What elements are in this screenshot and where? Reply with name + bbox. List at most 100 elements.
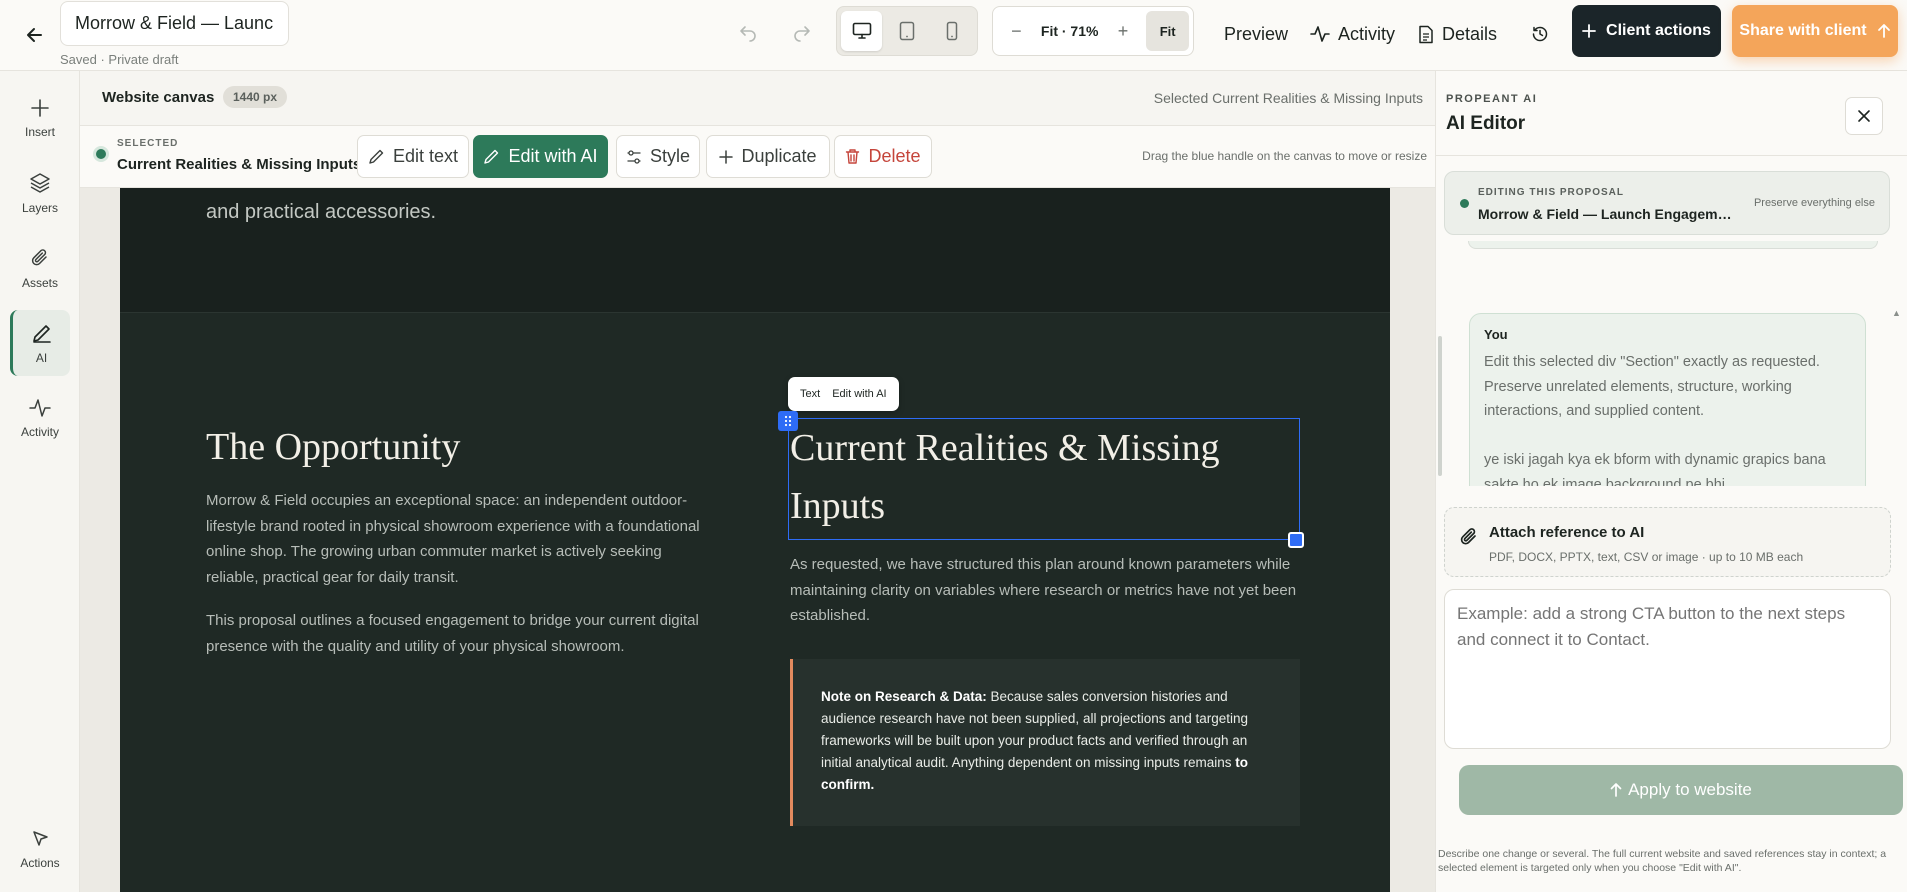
rail-layers-label: Layers (21, 200, 59, 215)
activity-button[interactable]: Activity (1310, 18, 1395, 50)
website-preview: and practical accessories. The Opportuni… (120, 188, 1390, 892)
canvas-header: Website canvas 1440 px Selected Current … (80, 71, 1435, 126)
apply-to-website-button[interactable]: Apply to website (1459, 765, 1903, 815)
selection-toolbar: SELECTED Current Realities & Missing Inp… (80, 126, 1435, 188)
desktop-view-button[interactable] (841, 11, 883, 51)
rail-ai[interactable]: AI (10, 310, 70, 376)
proposal-kicker: EDITING THIS PROPOSAL (1478, 187, 1625, 198)
scroll-up-arrow-icon[interactable]: ▲ (1892, 308, 1901, 318)
ai-brand-kicker: PROPEANT AI (1446, 93, 1538, 105)
previous-section[interactable]: and practical accessories. (120, 188, 1390, 313)
opportunity-heading[interactable]: The Opportunity (206, 418, 716, 476)
device-switcher (836, 6, 978, 56)
close-icon (1858, 110, 1870, 122)
mobile-view-button[interactable] (932, 11, 973, 51)
details-button[interactable]: Details (1418, 18, 1497, 50)
proposal-hint: Preserve everything else (1753, 197, 1875, 209)
share-with-client-button[interactable]: Share with client (1732, 5, 1898, 57)
plus-icon (31, 98, 49, 117)
move-handle[interactable] (778, 411, 798, 431)
note-label: Note on Research & Data: (821, 688, 987, 704)
document-title-input[interactable] (60, 1, 289, 46)
trash-icon (846, 149, 860, 164)
sliders-icon (627, 149, 641, 164)
ai-prompt-input[interactable] (1444, 589, 1891, 749)
opportunity-paragraph-2[interactable]: This proposal outlines a focused engagem… (206, 608, 716, 659)
rail-activity-label: Activity (20, 424, 59, 439)
delete-button[interactable]: Delete (834, 135, 932, 178)
paperclip-icon (31, 248, 47, 265)
proposal-status-dot (1460, 199, 1469, 208)
realities-paragraph[interactable]: As requested, we have structured this pl… (790, 552, 1300, 629)
float-text-button[interactable]: Text (794, 382, 826, 406)
rail-assets[interactable]: Assets (10, 235, 70, 301)
activity-icon (1310, 26, 1330, 42)
fit-button[interactable]: Fit (1146, 11, 1189, 51)
drag-grip-icon (784, 415, 792, 427)
edit-text-button[interactable]: Edit text (357, 135, 469, 178)
apply-label: Apply to website (1628, 780, 1752, 799)
chat-history[interactable]: You Edit this selected div "Section" exa… (1436, 241, 1907, 486)
editing-proposal-card: EDITING THIS PROPOSAL Morrow & Field — L… (1444, 171, 1890, 235)
opportunity-paragraph-1[interactable]: Morrow & Field occupies an exceptional s… (206, 488, 716, 590)
document-icon (1419, 25, 1433, 43)
saved-status: Saved · Private draft (60, 52, 179, 67)
style-button[interactable]: Style (616, 135, 700, 178)
attach-reference-button[interactable]: Attach reference to AI PDF, DOCX, PPTX, … (1444, 507, 1891, 577)
redo-button[interactable] (786, 18, 818, 50)
paperclip-icon (1460, 528, 1476, 545)
selection-name: Current Realities & Missing Inputs (117, 156, 362, 173)
ai-panel-title: AI Editor (1446, 113, 1526, 134)
opportunity-column[interactable]: The Opportunity Morrow & Field occupies … (206, 418, 716, 659)
rail-layers[interactable]: Layers (10, 160, 70, 226)
preview-label: Preview (1224, 23, 1289, 44)
preview-button[interactable]: Preview (1224, 18, 1288, 50)
pen-icon (369, 149, 384, 164)
edit-with-ai-button[interactable]: Edit with AI (473, 135, 608, 178)
rail-insert[interactable]: Insert (10, 85, 70, 151)
history-icon (1532, 26, 1548, 42)
undo-button[interactable] (732, 18, 764, 50)
zoom-out-button[interactable]: − (997, 11, 1036, 51)
canvas-title: Website canvas (102, 89, 215, 106)
selected-element-outline[interactable]: Text Edit with AI Current Realities & Mi… (778, 377, 1304, 548)
arrow-up-icon (1610, 783, 1622, 797)
floating-element-toolbar: Text Edit with AI (788, 377, 899, 411)
redo-icon (794, 26, 810, 42)
zoom-control: − Fit · 71% + Fit (992, 6, 1194, 56)
canvas-selected-label: Selected Current Realities & Missing Inp… (1153, 90, 1423, 106)
tablet-view-button[interactable] (886, 11, 927, 51)
close-ai-panel-button[interactable] (1845, 97, 1883, 135)
top-bar: Saved · Private draft − Fit · 71% + Fit … (0, 0, 1907, 71)
plus-icon (719, 149, 734, 164)
canvas-width-badge: 1440 px (223, 86, 288, 108)
activity-icon (29, 398, 51, 417)
activity-label: Activity (1338, 23, 1396, 44)
realities-column[interactable]: Text Edit with AI Current Realities & Mi… (778, 377, 1304, 826)
rail-actions-label: Actions (20, 855, 60, 870)
pen-icon (484, 149, 499, 164)
rail-actions[interactable]: Actions (10, 816, 70, 882)
research-note[interactable]: Note on Research & Data: Because sales c… (790, 658, 1300, 826)
client-actions-button[interactable]: Client actions (1572, 5, 1721, 57)
layers-icon (30, 172, 50, 193)
proposal-name: Morrow & Field — Launch Engagement (1478, 206, 1734, 222)
attach-hint: PDF, DOCX, PPTX, text, CSV or image · up… (1489, 550, 1804, 564)
selection-indicator-dot (96, 149, 106, 159)
back-arrow-icon (27, 28, 42, 42)
rail-activity[interactable]: Activity (10, 385, 70, 451)
zoom-in-button[interactable]: + (1104, 11, 1143, 51)
mobile-icon (947, 21, 958, 41)
chat-text: Edit this selected div "Section" exactly… (1484, 354, 1826, 486)
duplicate-button[interactable]: Duplicate (706, 135, 830, 178)
realities-heading[interactable]: Current Realities & Missing Inputs (790, 419, 1299, 535)
history-button[interactable] (1524, 18, 1556, 50)
canvas-viewport[interactable]: and practical accessories. The Opportuni… (80, 188, 1435, 892)
pen-icon (32, 324, 51, 343)
back-button[interactable] (18, 18, 52, 52)
chat-scroll-rail (1438, 336, 1442, 476)
tablet-icon (899, 21, 915, 41)
rail-insert-label: Insert (24, 124, 55, 139)
resize-handle[interactable] (1288, 532, 1304, 548)
float-edit-ai-button[interactable]: Edit with AI (826, 382, 892, 406)
